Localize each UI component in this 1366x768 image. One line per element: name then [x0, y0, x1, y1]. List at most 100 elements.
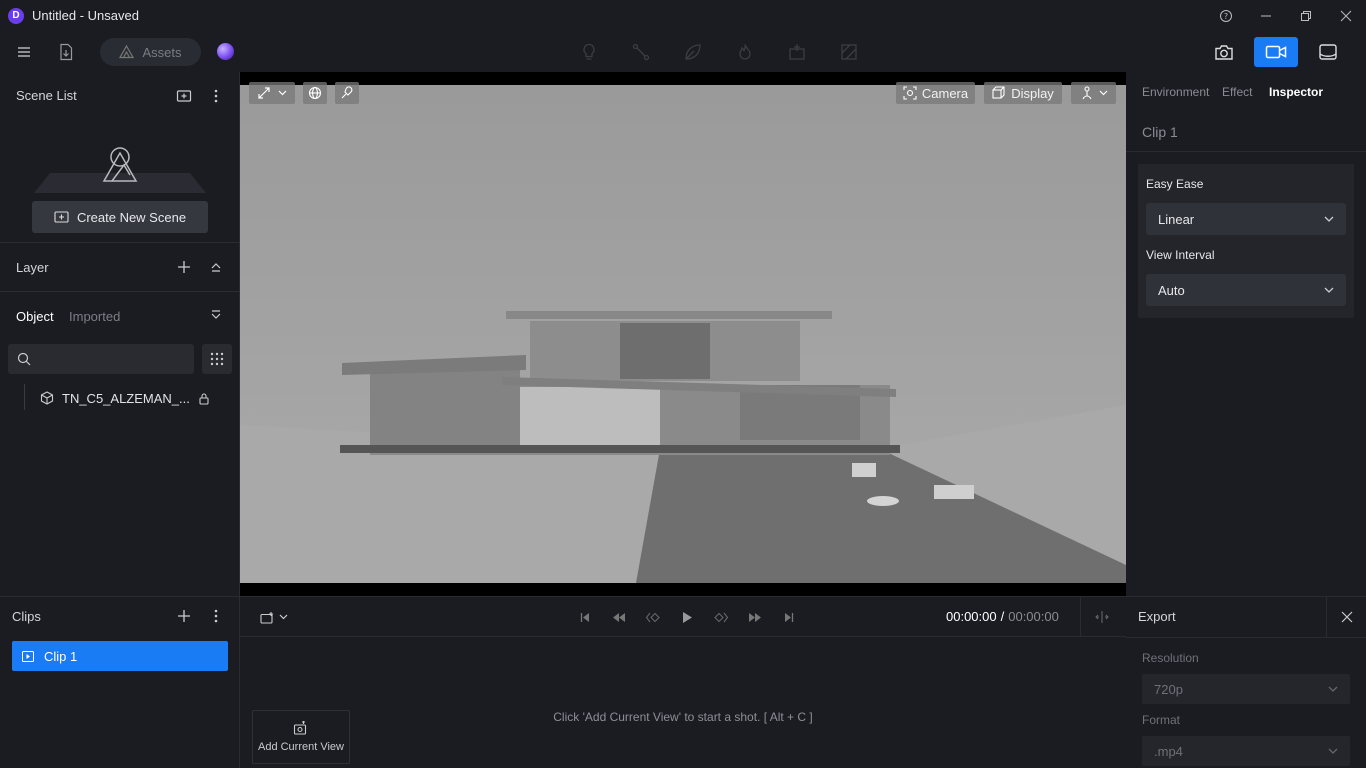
effect-tool-button[interactable] — [732, 39, 758, 65]
plus-icon — [178, 261, 190, 273]
lock-icon[interactable] — [198, 392, 210, 405]
play-button[interactable] — [677, 607, 697, 627]
import-button[interactable] — [53, 39, 79, 65]
next-keyframe-button[interactable] — [711, 607, 731, 627]
timeline-split-button[interactable] — [1092, 607, 1112, 627]
time-separator: / — [1000, 609, 1005, 624]
skip-to-start-button[interactable] — [575, 607, 595, 627]
collapse-layer-button[interactable] — [203, 254, 229, 280]
3d-viewport[interactable]: Camera Display — [240, 72, 1126, 596]
skip-to-end-button[interactable] — [779, 607, 799, 627]
add-clip-button[interactable] — [171, 603, 197, 629]
search-input[interactable] — [38, 348, 188, 370]
view-interval-select[interactable]: Auto — [1146, 274, 1346, 306]
format-value: .mp4 — [1154, 743, 1183, 759]
export-title: Export — [1138, 609, 1176, 624]
list-item[interactable]: TN_C5_ALZEMAN_... — [40, 388, 220, 408]
prev-keyframe-button[interactable] — [643, 607, 663, 627]
navigation-mode-dropdown[interactable] — [1071, 82, 1116, 104]
create-new-scene-button[interactable]: Create New Scene — [32, 201, 208, 233]
scene-list-more-button[interactable] — [203, 83, 229, 109]
clip-play-icon — [22, 650, 34, 662]
camera-focus-icon — [903, 86, 917, 100]
layer-title: Layer — [16, 260, 49, 275]
light-tool-button[interactable] — [576, 39, 602, 65]
camera-icon — [1215, 44, 1233, 60]
path-tool-button[interactable] — [628, 39, 654, 65]
globe-icon — [308, 86, 322, 100]
inspector-card: Easy Ease Linear View Interval Auto — [1138, 164, 1354, 318]
view-interval-label: View Interval — [1146, 248, 1215, 262]
tab-environment[interactable]: Environment — [1142, 85, 1209, 99]
close-export-button[interactable] — [1334, 604, 1360, 630]
close-window-button[interactable] — [1329, 4, 1363, 28]
restore-button[interactable] — [1289, 4, 1323, 28]
filter-dropdown-button[interactable] — [203, 302, 229, 328]
add-layer-button[interactable] — [171, 254, 197, 280]
object-tool-button[interactable] — [784, 39, 810, 65]
chevron-down-icon — [211, 310, 221, 319]
chevron-down-icon — [278, 90, 287, 96]
next-keyframe-icon — [714, 612, 728, 622]
object-search-box[interactable] — [8, 344, 194, 374]
clip-list-item[interactable]: Clip 1 — [12, 641, 228, 671]
add-view-icon — [293, 721, 307, 735]
resolution-select[interactable]: 720p — [1142, 674, 1350, 704]
camera-settings-button[interactable]: Camera — [896, 82, 975, 104]
total-time: 00:00:00 — [1008, 609, 1059, 624]
menu-button[interactable] — [11, 39, 37, 65]
assets-button[interactable]: Assets — [100, 38, 201, 66]
walk-mode-icon — [1082, 86, 1091, 100]
title-bar: D Untitled - Unsaved ? — [0, 0, 1366, 32]
display-label: Display — [1011, 85, 1054, 101]
minimize-button[interactable] — [1249, 4, 1283, 28]
leaf-icon — [685, 44, 701, 60]
scene-render[interactable] — [240, 85, 1126, 583]
assets-icon — [119, 45, 135, 59]
flame-icon — [739, 44, 751, 60]
add-scene-button[interactable] — [171, 83, 197, 109]
clips-more-button[interactable] — [203, 603, 229, 629]
clips-title: Clips — [12, 609, 41, 624]
tab-inspector[interactable]: Inspector — [1269, 85, 1323, 99]
format-select[interactable]: .mp4 — [1142, 736, 1350, 766]
clip-name: Clip 1 — [44, 648, 78, 664]
main-toolbar: Assets — [0, 32, 1366, 72]
chevron-down-icon — [1099, 90, 1107, 96]
fast-forward-button[interactable] — [745, 607, 765, 627]
section-tool-button[interactable] — [836, 39, 862, 65]
path-icon — [632, 43, 650, 61]
screenshot-mode-button[interactable] — [1202, 37, 1246, 67]
help-icon: ? — [1220, 10, 1232, 22]
snap-button[interactable] — [335, 82, 359, 104]
add-current-view-label: Add Current View — [257, 741, 344, 753]
grid-view-button[interactable] — [202, 344, 232, 374]
transform-mode-dropdown[interactable] — [249, 82, 295, 104]
timeline-hint: Click 'Add Current View' to start a shot… — [240, 710, 1126, 724]
video-camera-icon — [1265, 45, 1287, 59]
chevron-down-icon — [1328, 686, 1338, 692]
world-space-button[interactable] — [303, 82, 327, 104]
vegetation-tool-button[interactable] — [680, 39, 706, 65]
display-settings-button[interactable]: Display — [984, 82, 1062, 104]
tab-object[interactable]: Object — [16, 309, 54, 324]
hamburger-icon — [18, 47, 30, 57]
ai-orb-button[interactable] — [217, 43, 234, 60]
skip-start-icon — [580, 612, 589, 622]
tab-effect[interactable]: Effect — [1222, 85, 1252, 99]
panorama-mode-button[interactable] — [1306, 37, 1350, 67]
assets-label: Assets — [142, 44, 182, 60]
rewind-button[interactable] — [609, 607, 629, 627]
tab-imported[interactable]: Imported — [69, 309, 120, 324]
box-add-icon — [789, 44, 805, 60]
help-button[interactable]: ? — [1209, 4, 1243, 28]
timeline-hint-text: Click 'Add Current View' to start a shot… — [553, 710, 813, 724]
resolution-value: 720p — [1154, 681, 1183, 697]
easy-ease-select[interactable]: Linear — [1146, 203, 1346, 235]
chevron-down-icon — [1324, 216, 1334, 222]
add-current-view-button[interactable]: Add Current View — [252, 710, 350, 764]
left-panel: Scene List Create New Scene Layer Object… — [0, 72, 240, 596]
add-keyframe-dropdown[interactable] — [260, 607, 292, 627]
video-mode-button[interactable] — [1254, 37, 1298, 67]
time-display: 00:00:00 / 00:00:00 — [946, 609, 1059, 624]
